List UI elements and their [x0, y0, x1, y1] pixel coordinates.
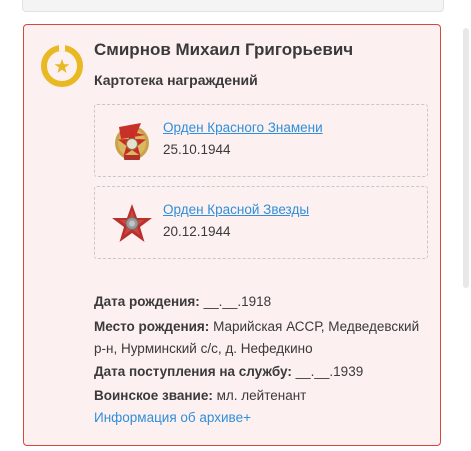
birth-place-label: Место рождения:: [94, 319, 210, 334]
award-date: 20.12.1944: [163, 224, 231, 239]
rank-row: Воинское звание: мл. лейтенант: [94, 385, 434, 407]
scrollbar[interactable]: [461, 0, 471, 451]
award-link[interactable]: Орден Красного Знамени: [163, 120, 323, 135]
award-item: Орден Красного Знамени 25.10.1944: [94, 104, 428, 177]
service-date-row: Дата поступления на службу: __.__.1939: [94, 361, 434, 383]
scrollbar-thumb[interactable]: [463, 28, 469, 288]
award-record-card: Смирнов Михаил Григорьевич Картотека наг…: [23, 24, 441, 446]
award-date: 25.10.1944: [163, 142, 231, 157]
order-red-star-icon: [112, 204, 152, 242]
birth-date-label: Дата рождения:: [94, 294, 200, 309]
archive-info-link[interactable]: Информация об архиве+: [94, 410, 251, 425]
rank-value: мл. лейтенант: [216, 388, 307, 403]
service-date-label: Дата поступления на службу:: [94, 364, 292, 379]
medal-icon: [41, 45, 83, 87]
rank-label: Воинское звание:: [94, 388, 213, 403]
birth-date-row: Дата рождения: __.__.1918: [94, 291, 434, 313]
birth-place-row: Место рождения: Марийская АССР, Медведев…: [94, 316, 434, 360]
service-date-value: __.__.1939: [295, 364, 364, 379]
previous-card: [22, 0, 444, 12]
order-red-banner-icon: [115, 123, 149, 160]
card-title: Картотека награждений: [94, 72, 258, 88]
award-link[interactable]: Орден Красной Звезды: [163, 202, 309, 217]
award-item: Орден Красной Звезды 20.12.1944: [94, 186, 428, 259]
birth-date-value: __.__.1918: [203, 294, 272, 309]
person-name: Смирнов Михаил Григорьевич: [94, 40, 354, 59]
